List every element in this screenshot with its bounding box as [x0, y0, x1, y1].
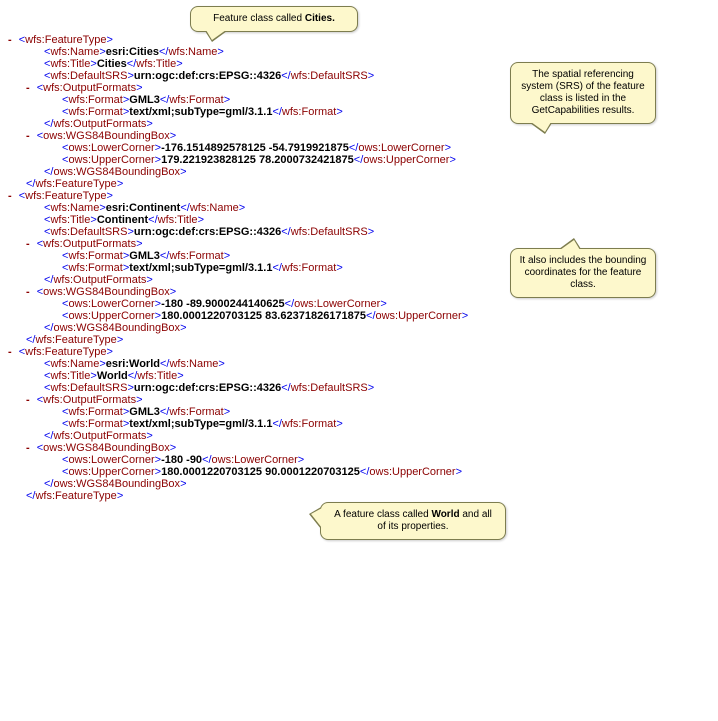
- upper-line: <ows:UpperCorner>180.0001220703125 90.00…: [62, 466, 718, 478]
- format-line: <wfs:Format>GML3</wfs:Format>: [62, 406, 718, 418]
- callout-bold: World: [431, 509, 459, 520]
- bbox-close: </ows:WGS84BoundingBox>: [44, 478, 718, 490]
- lower-line: <ows:LowerCorner>-180 -90</ows:LowerCorn…: [62, 454, 718, 466]
- callout-text: A feature class called: [334, 509, 431, 520]
- featuretype-close: </wfs:FeatureType>: [26, 490, 718, 502]
- format-line: <wfs:Format>text/xml;subType=gml/3.1.1</…: [62, 418, 718, 430]
- srs-line: <wfs:DefaultSRS>urn:ogc:def:crs:EPSG::43…: [44, 382, 718, 394]
- callout-text: Feature class called: [213, 13, 305, 24]
- callout-bold: Cities.: [305, 13, 335, 24]
- featuretype-open[interactable]: - <wfs:FeatureType>: [8, 346, 718, 358]
- name-line: <wfs:Name>esri:World</wfs:Name>: [44, 358, 718, 370]
- upper-line: <ows:UpperCorner>180.0001220703125 83.62…: [62, 310, 718, 322]
- callout-srs: The spatial referencing system (SRS) of …: [510, 62, 656, 124]
- featuretype-open[interactable]: - <wfs:FeatureType>: [8, 190, 718, 202]
- lower-line: <ows:LowerCorner>-176.1514892578125 -54.…: [62, 142, 718, 154]
- callout-bbox: It also includes the bounding coordinate…: [510, 248, 656, 298]
- featuretype-close: </wfs:FeatureType>: [26, 178, 718, 190]
- outputformats-close: </wfs:OutputFormats>: [44, 430, 718, 442]
- lower-line: <ows:LowerCorner>-180 -89.9000244140625<…: [62, 298, 718, 310]
- featuretype-close: </wfs:FeatureType>: [26, 334, 718, 346]
- featuretype-open[interactable]: - <wfs:FeatureType>: [8, 34, 718, 46]
- callout-cities: Feature class called Cities.: [190, 6, 358, 32]
- callout-world: A feature class called World and all of …: [320, 502, 506, 540]
- outputformats-open[interactable]: - <wfs:OutputFormats>: [26, 394, 718, 406]
- srs-line: <wfs:DefaultSRS>urn:ogc:def:crs:EPSG::43…: [44, 226, 718, 238]
- bbox-close: </ows:WGS84BoundingBox>: [44, 166, 718, 178]
- name-line: <wfs:Name>esri:Continent</wfs:Name>: [44, 202, 718, 214]
- bbox-open[interactable]: - <ows:WGS84BoundingBox>: [26, 442, 718, 454]
- title-line: <wfs:Title>World</wfs:Title>: [44, 370, 718, 382]
- title-line: <wfs:Title>Continent</wfs:Title>: [44, 214, 718, 226]
- name-line: <wfs:Name>esri:Cities</wfs:Name>: [44, 46, 718, 58]
- upper-line: <ows:UpperCorner>179.221923828125 78.200…: [62, 154, 718, 166]
- bbox-close: </ows:WGS84BoundingBox>: [44, 322, 718, 334]
- callout-text: The spatial referencing system (SRS) of …: [521, 69, 644, 116]
- bbox-open[interactable]: - <ows:WGS84BoundingBox>: [26, 130, 718, 142]
- callout-text: It also includes the bounding coordinate…: [520, 255, 647, 290]
